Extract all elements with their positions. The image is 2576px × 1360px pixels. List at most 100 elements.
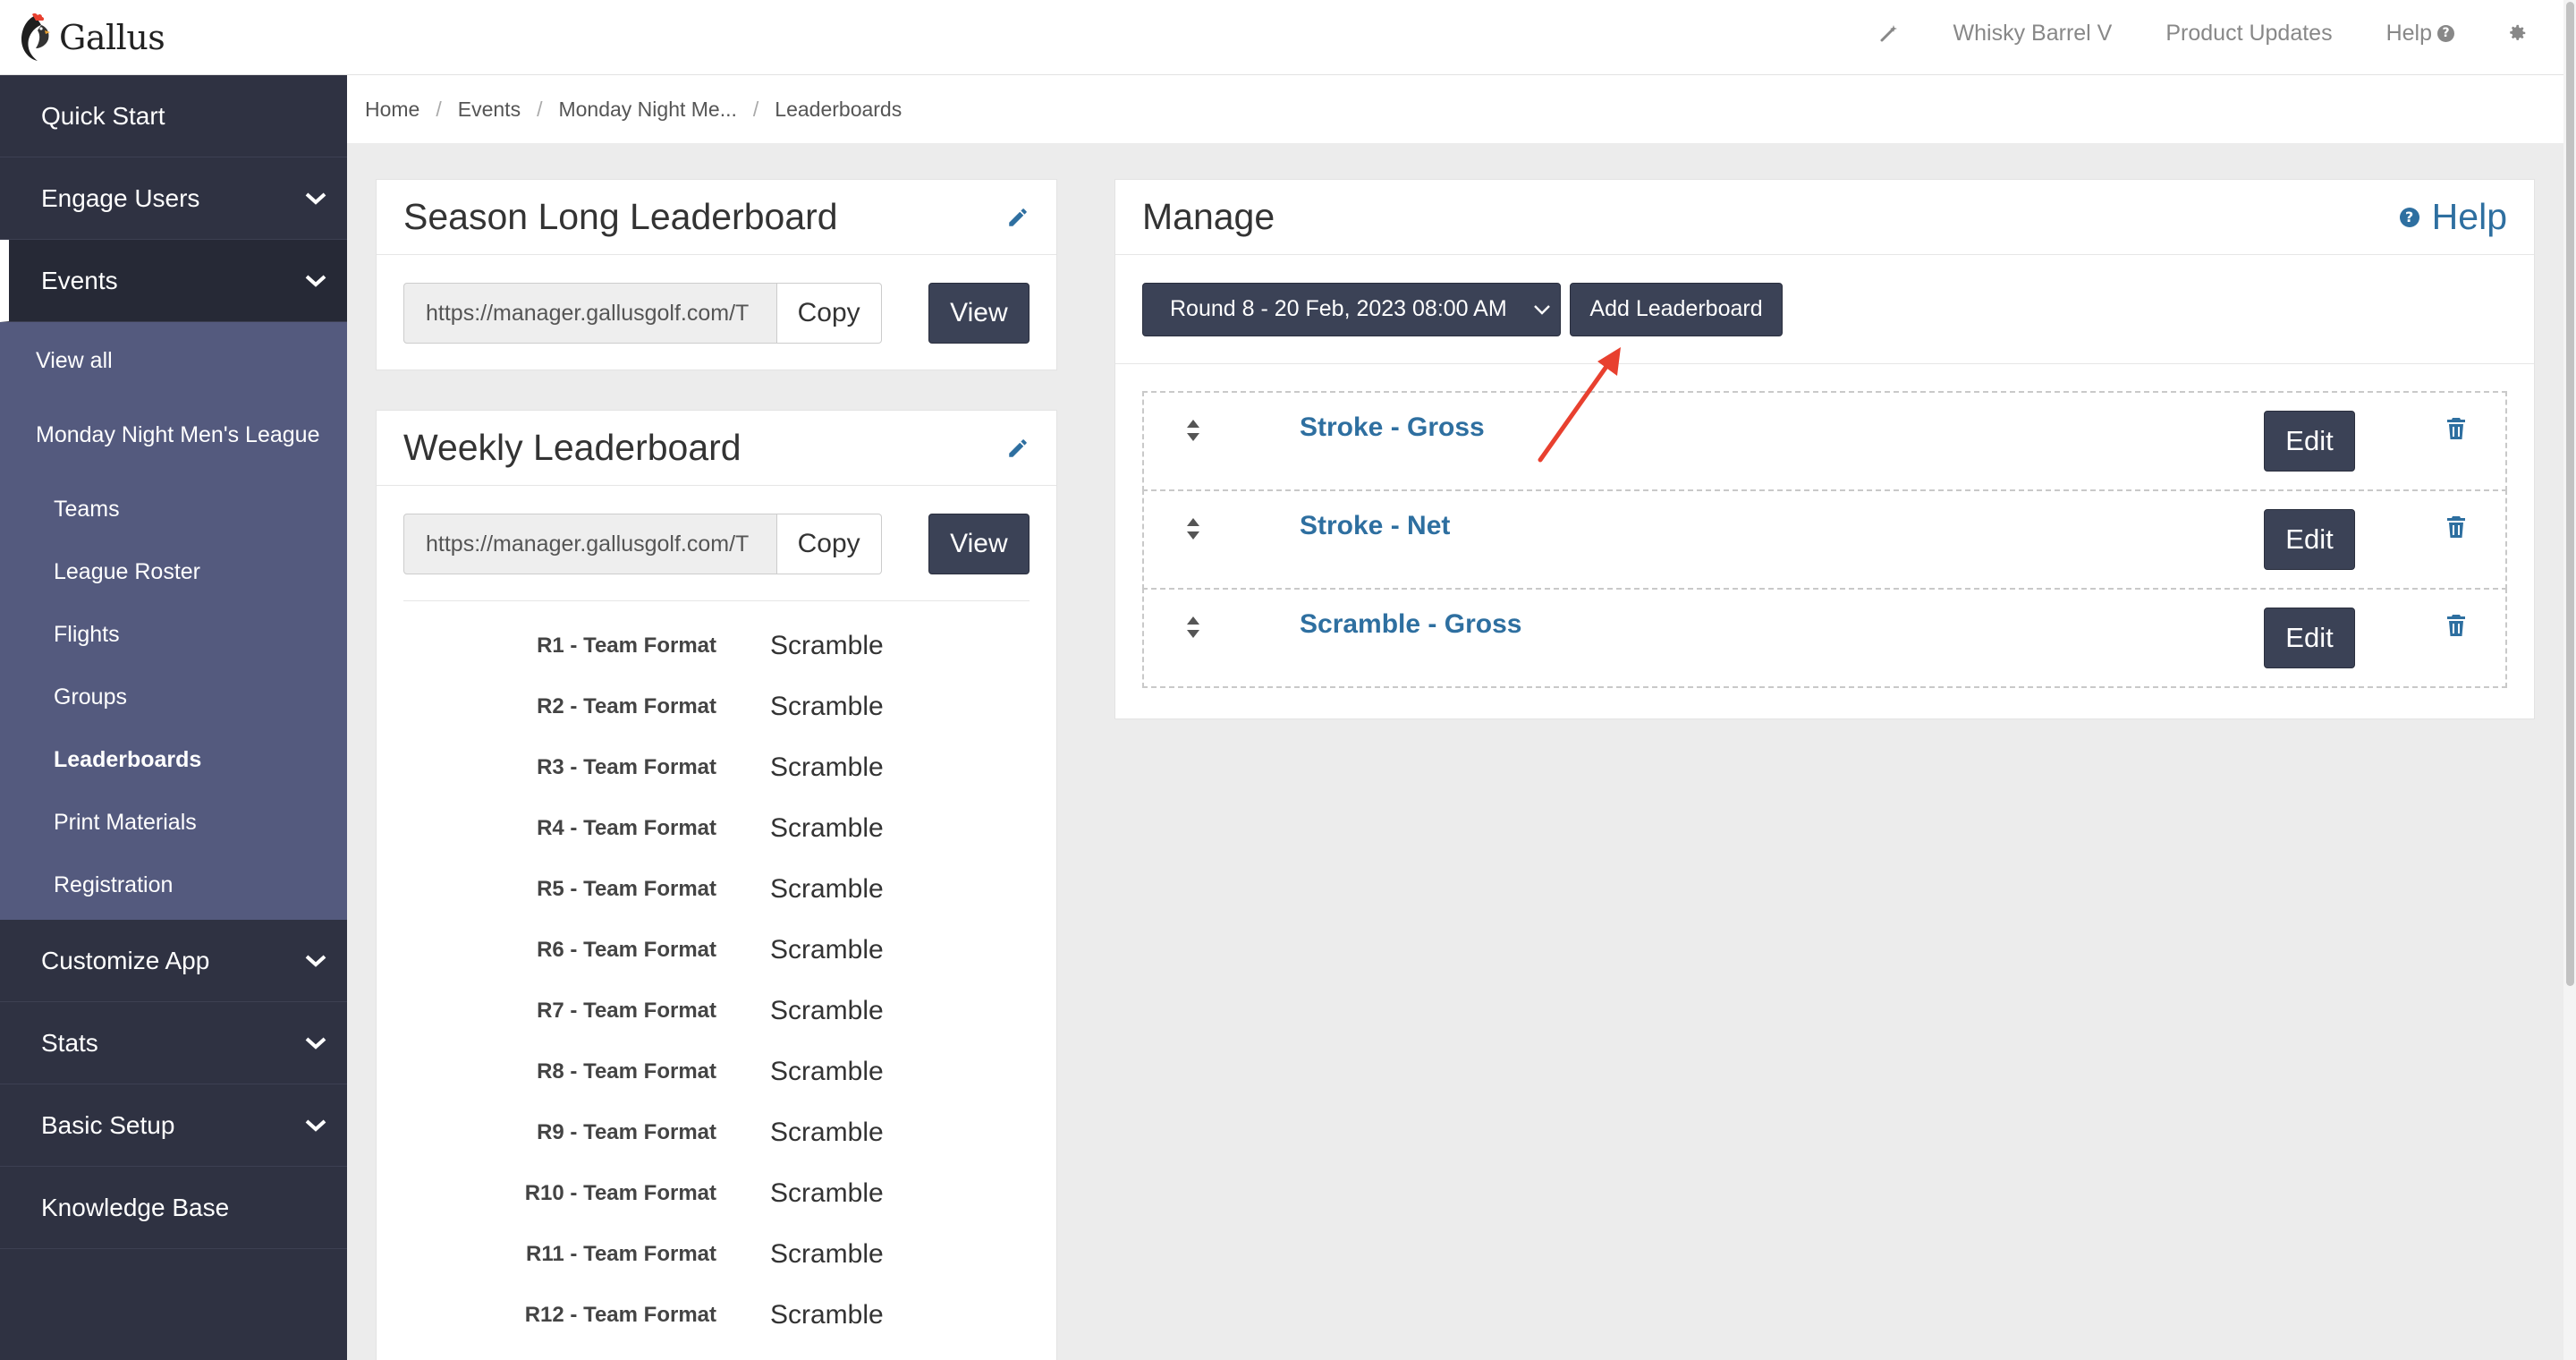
sidebar-item-label: Engage Users xyxy=(41,183,200,212)
format-row: R3 - Team Format Scramble xyxy=(377,737,1056,798)
format-row: R9 - Team Format Scramble xyxy=(377,1102,1056,1163)
chevron-down-icon xyxy=(305,192,326,205)
top-bar: Gallus Whisky Barrel V Product Updates H… xyxy=(0,0,2563,75)
drag-handle-icon[interactable] xyxy=(1185,615,1201,640)
chevron-down-icon xyxy=(305,1119,326,1132)
card-header: Season Long Leaderboard xyxy=(377,180,1056,255)
format-label: R2 - Team Format xyxy=(537,694,716,718)
drag-handle-icon[interactable] xyxy=(1185,418,1201,443)
season-leaderboard-card: Season Long Leaderboard Copy View xyxy=(376,179,1057,370)
format-value: Scramble xyxy=(770,935,884,965)
card-header: Weekly Leaderboard xyxy=(377,411,1056,486)
breadcrumb-event[interactable]: Monday Night Me... xyxy=(558,98,736,122)
format-value: Scramble xyxy=(770,631,884,660)
leaderboard-row: Stroke - Gross Edit xyxy=(1142,391,2507,491)
format-row: R7 - Team Format Scramble xyxy=(377,981,1056,1041)
format-value: Scramble xyxy=(770,1057,884,1086)
submenu-teams[interactable]: Teams xyxy=(0,478,347,540)
format-label: R3 - Team Format xyxy=(537,755,716,779)
sidebar-item-basic-setup[interactable]: Basic Setup xyxy=(0,1084,347,1167)
add-leaderboard-button[interactable]: Add Leaderboard xyxy=(1570,282,1783,336)
trash-icon[interactable] xyxy=(2446,416,2466,441)
leaderboard-name-link[interactable]: Scramble - Gross xyxy=(1300,609,1521,640)
sidebar: Quick Start Engage Users Events View all… xyxy=(0,75,347,1360)
round-select-value: Round 8 - 20 Feb, 2023 08:00 AM xyxy=(1170,296,1507,321)
card-title: Weekly Leaderboard xyxy=(403,427,741,468)
gear-icon[interactable] xyxy=(2508,23,2528,43)
trash-icon[interactable] xyxy=(2446,613,2466,638)
top-nav: Whisky Barrel V Product Updates Help ? xyxy=(1825,0,2528,66)
wand-icon[interactable] xyxy=(1878,22,1900,44)
sidebar-item-label: Customize App xyxy=(41,946,210,974)
manage-toolbar: Round 8 - 20 Feb, 2023 08:00 AM Add Lead… xyxy=(1115,255,2534,364)
product-updates-link[interactable]: Product Updates xyxy=(2165,21,2332,47)
submenu-leaderboards[interactable]: Leaderboards xyxy=(0,728,347,791)
submenu-flights[interactable]: Flights xyxy=(0,603,347,666)
format-label: R4 - Team Format xyxy=(537,816,716,840)
gallus-logo[interactable]: Gallus xyxy=(14,13,165,63)
format-label: R8 - Team Format xyxy=(537,1059,716,1084)
chevron-down-icon xyxy=(305,955,326,967)
leaderboard-row: Scramble - Gross Edit xyxy=(1142,588,2507,688)
leaderboard-list: Stroke - Gross Edit Stroke - Net Edit Sc… xyxy=(1142,391,2507,688)
manage-card: Manage ? Help Round 8 - 20 Feb, 2023 08:… xyxy=(1114,179,2535,719)
drag-handle-icon[interactable] xyxy=(1185,516,1201,541)
url-row: Copy View xyxy=(377,255,1056,371)
format-label: R7 - Team Format xyxy=(537,999,716,1023)
copy-button[interactable]: Copy xyxy=(776,514,882,574)
submenu-league[interactable]: Monday Night Men's League xyxy=(0,392,347,478)
submenu-league-roster[interactable]: League Roster xyxy=(0,540,347,603)
scrollbar-thumb[interactable] xyxy=(2566,2,2574,986)
chevron-down-icon xyxy=(305,1037,326,1050)
sidebar-item-engage-users[interactable]: Engage Users xyxy=(0,157,347,240)
format-value: Scramble xyxy=(770,874,884,904)
trash-icon[interactable] xyxy=(2446,514,2466,540)
help-link-label: Help xyxy=(2431,196,2507,237)
submenu-registration[interactable]: Registration xyxy=(0,854,347,916)
format-row: R12 - Team Format Scramble xyxy=(377,1285,1056,1346)
sidebar-item-quick-start[interactable]: Quick Start xyxy=(0,75,347,157)
copy-button[interactable]: Copy xyxy=(776,283,882,344)
format-label: R9 - Team Format xyxy=(537,1120,716,1144)
round-select[interactable]: Round 8 - 20 Feb, 2023 08:00 AM xyxy=(1142,282,1561,336)
format-row: R1 - Team Format Scramble xyxy=(377,616,1056,676)
sidebar-item-events[interactable]: Events xyxy=(0,240,347,322)
question-icon: ? xyxy=(2399,207,2419,227)
leaderboard-name-link[interactable]: Stroke - Gross xyxy=(1300,412,1485,443)
format-value: Scramble xyxy=(770,1118,884,1147)
format-row: R8 - Team Format Scramble xyxy=(377,1041,1056,1102)
breadcrumb-home[interactable]: Home xyxy=(365,98,419,122)
sidebar-item-label: Stats xyxy=(41,1028,98,1057)
format-label: R1 - Team Format xyxy=(537,633,716,658)
sidebar-item-customize-app[interactable]: Customize App xyxy=(0,920,347,1002)
leaderboard-url-field[interactable] xyxy=(403,514,777,574)
breadcrumb-events[interactable]: Events xyxy=(458,98,521,122)
edit-button[interactable]: Edit xyxy=(2264,608,2355,668)
submenu-groups[interactable]: Groups xyxy=(0,666,347,728)
sidebar-item-knowledge-base[interactable]: Knowledge Base xyxy=(0,1167,347,1249)
help-link[interactable]: ? Help xyxy=(2399,196,2507,238)
format-label: R6 - Team Format xyxy=(537,938,716,962)
format-label: R11 - Team Format xyxy=(526,1242,716,1266)
view-button[interactable]: View xyxy=(928,514,1030,574)
view-button[interactable]: View xyxy=(928,283,1030,344)
edit-button[interactable]: Edit xyxy=(2264,509,2355,570)
submenu-print-materials[interactable]: Print Materials xyxy=(0,791,347,854)
sidebar-item-stats[interactable]: Stats xyxy=(0,1002,347,1084)
page-scrollbar[interactable] xyxy=(2563,0,2576,1360)
breadcrumb-separator: / xyxy=(436,97,442,121)
format-label: R10 - Team Format xyxy=(524,1181,716,1205)
leaderboard-name-link[interactable]: Stroke - Net xyxy=(1300,511,1450,541)
submenu-view-all[interactable]: View all xyxy=(0,329,347,392)
leaderboard-url-field[interactable] xyxy=(403,283,777,344)
help-menu-label: Help xyxy=(2385,20,2432,46)
card-title: Manage xyxy=(1142,196,1275,237)
leaderboard-row: Stroke - Net Edit xyxy=(1142,489,2507,590)
edit-button[interactable]: Edit xyxy=(2264,411,2355,472)
pencil-icon[interactable] xyxy=(1006,206,1030,229)
pencil-icon[interactable] xyxy=(1006,437,1030,460)
format-value: Scramble xyxy=(770,813,884,843)
course-selector[interactable]: Whisky Barrel V xyxy=(1953,21,2113,47)
help-menu[interactable]: Help ? xyxy=(2386,21,2454,47)
sidebar-item-label: Basic Setup xyxy=(41,1110,175,1139)
